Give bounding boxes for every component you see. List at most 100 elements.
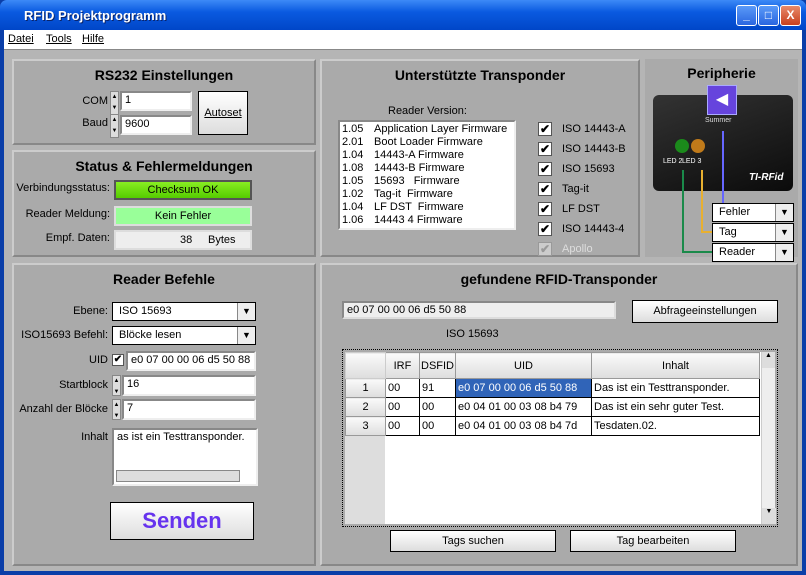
cell-content[interactable]: Tesdaten.02. (591, 416, 760, 436)
version-list-item[interactable]: 1.08 14443-B Firmware (342, 162, 512, 175)
uid-checkbox[interactable]: ✔ (112, 354, 124, 366)
content-textarea[interactable]: as ist ein Testtransponder. (112, 428, 258, 486)
baud-input[interactable]: 9600 (120, 115, 192, 135)
cell-irf[interactable]: 00 (385, 397, 420, 417)
menu-hilfe[interactable]: Hilfe (82, 33, 104, 45)
version-list[interactable]: 1.05 Application Layer Firmware 2.01 Boot L… (338, 120, 516, 230)
commands-title: Reader Befehle (113, 271, 215, 287)
version-list-item[interactable]: 1.04 LF DST Firmware (342, 201, 512, 214)
row-number[interactable]: 2 (345, 397, 386, 417)
cell-uid[interactable]: e0 07 00 00 06 d5 50 88 (455, 378, 592, 398)
block-count-input[interactable]: 7 (122, 399, 256, 420)
version-number: 2.01 (342, 136, 364, 148)
table-row[interactable]: 3 00 00 e0 04 01 00 03 08 b4 7d Tesdaten.02. (345, 416, 760, 436)
uid-input[interactable]: e0 07 00 00 06 d5 50 88 (126, 351, 256, 371)
scroll-up-icon[interactable]: ▲ (762, 352, 775, 368)
transponder-type-label: ISO 14443-4 (562, 223, 625, 235)
row-number[interactable]: 1 (345, 378, 386, 398)
chevron-down-icon[interactable]: ▼ (775, 224, 793, 241)
table-row[interactable]: 2 00 00 e0 04 01 00 03 08 b4 79 Das ist ein … (345, 397, 760, 417)
edit-tag-button[interactable]: Tag bearbeiten (570, 530, 736, 552)
baud-spinner[interactable]: ▲ ▼ (110, 114, 119, 138)
table-row[interactable]: 1 00 91 e0 07 00 00 06 d5 50 88 Das ist ein … (345, 378, 760, 398)
version-list-item[interactable]: 1.05 15693 Firmware (342, 175, 512, 188)
found-transponders-panel: gefundene RFID-Transponder e0 07 00 00 0… (320, 263, 798, 566)
transponder-checkbox[interactable]: ✔ (538, 122, 552, 136)
reader-message-label: Reader Meldung: (25, 208, 110, 220)
horizontal-scrollbar[interactable] (116, 470, 240, 482)
transponder-checkbox[interactable]: ✔ (538, 182, 552, 196)
cell-dsfid[interactable]: 00 (419, 397, 456, 417)
corner-cell (345, 352, 386, 379)
cell-irf[interactable]: 00 (385, 378, 420, 398)
autoset-button[interactable]: Autoset (198, 91, 248, 135)
menu-datei[interactable]: Datei (8, 33, 34, 45)
connection-status-label: Verbindungsstatus: (16, 182, 110, 194)
chevron-down-icon[interactable]: ▼ (775, 244, 793, 261)
row-number[interactable]: 3 (345, 416, 386, 436)
cell-content[interactable]: Das ist ein sehr guter Test. (591, 397, 760, 417)
client-area: RS232 Einstellungen COM ▲ ▼ 1 Baud ▲ ▼ 960… (4, 50, 802, 571)
cell-uid[interactable]: e0 04 01 00 03 08 b4 7d (455, 416, 592, 436)
com-input[interactable]: 1 (120, 91, 192, 111)
menu-tools[interactable]: Tools (46, 33, 72, 45)
transponder-panel: Unterstützte Transponder Reader Version:… (320, 59, 640, 257)
column-header[interactable]: Inhalt (591, 352, 760, 379)
close-button[interactable]: X (780, 5, 801, 26)
led2-select[interactable]: Reader ▼ (712, 243, 794, 262)
cell-uid[interactable]: e0 04 01 00 03 08 b4 79 (455, 397, 592, 417)
column-header[interactable]: DSFID (419, 352, 456, 379)
cell-dsfid[interactable]: 91 (419, 378, 456, 398)
chevron-down-icon[interactable]: ▼ (237, 327, 255, 344)
cell-irf[interactable]: 00 (385, 416, 420, 436)
reader-message-value: Kein Fehler (114, 206, 252, 226)
buzzer-select[interactable]: Fehler ▼ (712, 203, 794, 222)
transponder-type-label: LF DST (562, 203, 600, 215)
befehl-select[interactable]: Blöcke lesen ▼ (112, 326, 256, 345)
send-button[interactable]: Senden (110, 502, 254, 540)
column-header[interactable]: UID (455, 352, 592, 379)
baud-label: Baud (82, 117, 108, 129)
transponder-checkbox[interactable]: ✔ (538, 202, 552, 216)
transponder-checkbox[interactable]: ✔ (538, 222, 552, 236)
rs232-panel: RS232 Einstellungen COM ▲ ▼ 1 Baud ▲ ▼ 960… (12, 59, 316, 145)
block-count-spinner[interactable]: ▲ ▼ (112, 399, 121, 420)
firmware-name: Application Layer Firmware (374, 123, 508, 135)
maximize-button[interactable]: □ (758, 5, 779, 26)
cell-dsfid[interactable]: 00 (419, 416, 456, 436)
status-panel: Status & Fehlermeldungen Verbindungsstat… (12, 150, 316, 257)
firmware-name: Boot Loader Firmware (374, 136, 483, 148)
connection-status-value: Checksum OK (114, 180, 252, 200)
received-bytes: 38 (180, 234, 193, 246)
version-list-item[interactable]: 1.02 Tag-it Firmware (342, 188, 512, 201)
transponder-checkbox[interactable]: ✔ (538, 162, 552, 176)
received-data-value: 38 Bytes (114, 230, 252, 250)
ebene-select[interactable]: ISO 15693 ▼ (112, 302, 256, 321)
com-spinner[interactable]: ▲ ▼ (110, 91, 119, 115)
version-list-item[interactable]: 1.04 14443-A Firmware (342, 149, 512, 162)
version-list-item[interactable]: 2.01 Boot Loader Firmware (342, 136, 512, 149)
version-number: 1.05 (342, 123, 364, 135)
version-list-item[interactable]: 1.06 14443 4 Firmware (342, 214, 512, 227)
speaker-icon[interactable]: ◀ (707, 85, 737, 115)
transponder-checkbox[interactable]: ✔ (538, 142, 552, 156)
startblock-spinner[interactable]: ▲ ▼ (112, 375, 121, 396)
reader-commands-panel: Reader Befehle Ebene: ISO 15693 ▼ ISO1569… (12, 263, 316, 566)
scroll-down-icon[interactable]: ▼ (762, 508, 776, 524)
selected-uid-display: e0 07 00 00 06 d5 50 88 (342, 301, 616, 319)
led3-select[interactable]: Tag ▼ (712, 223, 794, 242)
version-list-item[interactable]: 1.05 Application Layer Firmware (342, 123, 512, 136)
column-header[interactable]: IRF (385, 352, 420, 379)
cell-content[interactable]: Das ist ein Testtransponder. (591, 378, 760, 398)
search-tags-button[interactable]: Tags suchen (390, 530, 556, 552)
startblock-input[interactable]: 16 (122, 375, 256, 396)
led3-wire (701, 231, 712, 233)
vertical-scrollbar[interactable]: ▲ ▼ (761, 352, 776, 524)
version-number: 1.04 (342, 149, 364, 161)
chevron-down-icon[interactable]: ▼ (237, 303, 255, 320)
led3-select-value: Tag (719, 226, 737, 238)
chevron-down-icon[interactable]: ▼ (775, 204, 793, 221)
query-settings-button[interactable]: Abfrageeinstellungen (632, 300, 778, 323)
ebene-label: Ebene: (73, 305, 108, 317)
minimize-button[interactable]: _ (736, 5, 757, 26)
